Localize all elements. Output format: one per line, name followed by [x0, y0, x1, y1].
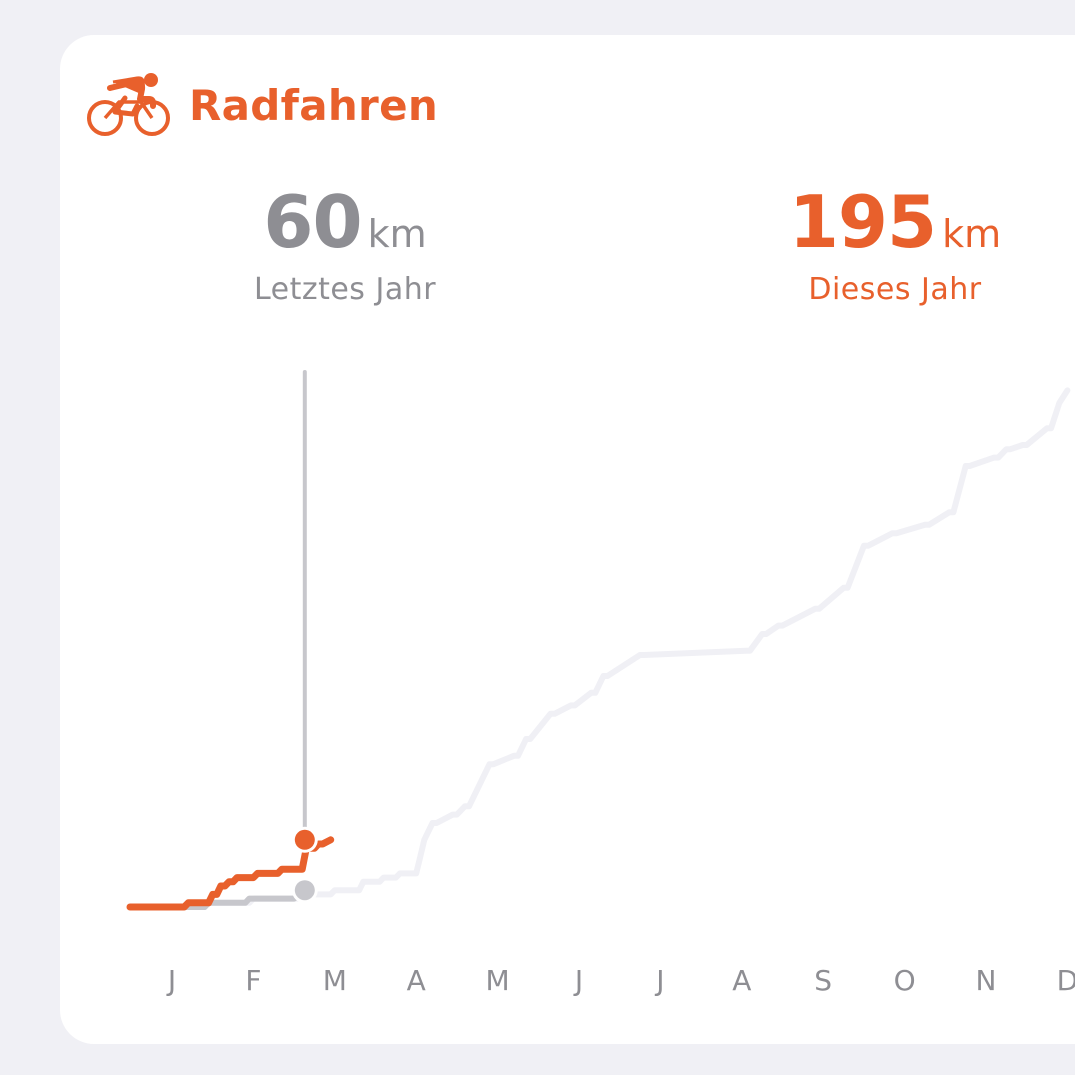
month-tick-label: M [322, 964, 347, 997]
month-tick-label: S [814, 964, 833, 997]
month-tick-label: D [1056, 964, 1075, 997]
month-tick-label: F [245, 964, 262, 997]
month-tick-label: M [485, 964, 510, 997]
month-tick-label: J [167, 964, 177, 997]
month-tick-label: N [975, 964, 997, 997]
month-tick-label: O [893, 964, 916, 997]
month-tick-label: J [656, 964, 665, 997]
last-year-current-dot [294, 880, 315, 901]
month-tick-label: A [406, 964, 426, 997]
prior-year-full-line [127, 387, 1071, 910]
this-year-current-dot [294, 829, 315, 850]
month-tick-label: J [574, 964, 584, 997]
month-tick-label: A [732, 964, 752, 997]
cumulative-distance-chart [126, 370, 1071, 911]
